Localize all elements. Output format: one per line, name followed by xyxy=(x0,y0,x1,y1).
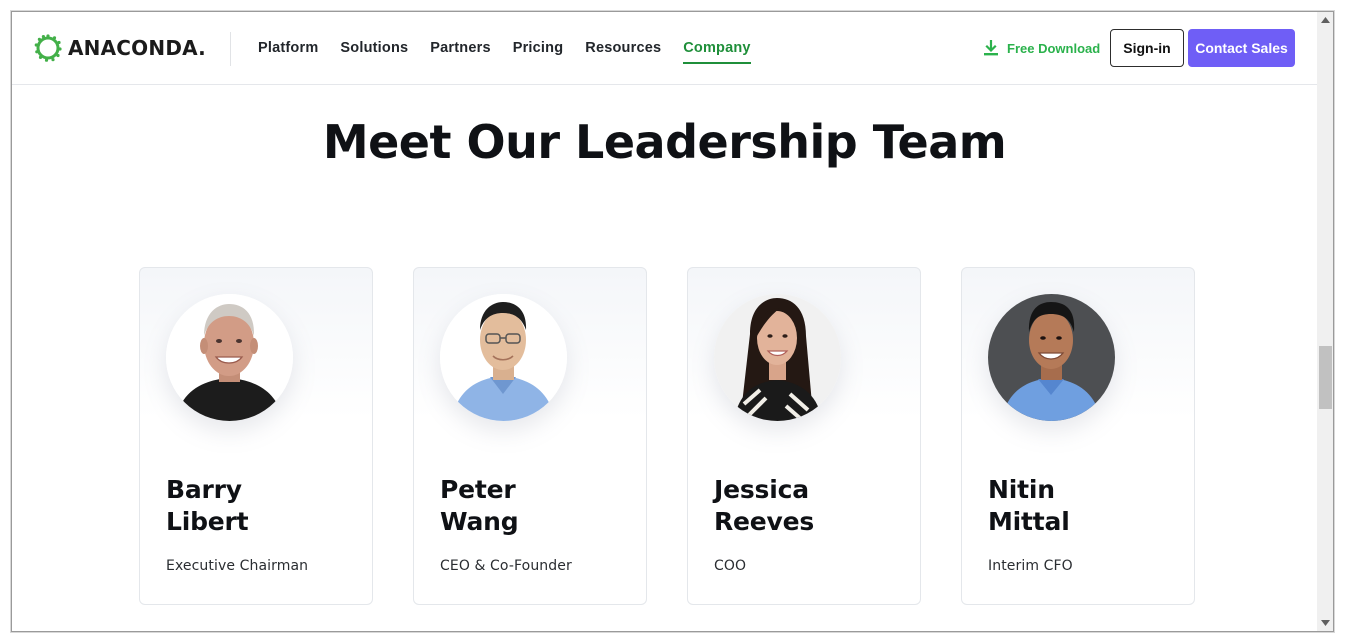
leader-last-name: Libert xyxy=(166,507,249,536)
leader-card-nitin-mittal[interactable]: Nitin Mittal Interim CFO xyxy=(961,267,1195,605)
barry-libert-portrait-icon xyxy=(166,294,293,421)
leader-name: Peter Wang xyxy=(440,474,630,538)
nav-item-pricing[interactable]: Pricing xyxy=(513,40,564,64)
leader-last-name: Reeves xyxy=(714,507,815,536)
jessica-reeves-photo xyxy=(714,294,841,421)
peter-wang-portrait-icon xyxy=(440,294,567,421)
nitin-mittal-photo xyxy=(988,294,1115,421)
browser-window: ANACONDA. Platform Solutions Partners Pr… xyxy=(11,11,1334,632)
leader-name: Jessica Reeves xyxy=(714,474,904,538)
nav-item-solutions[interactable]: Solutions xyxy=(340,40,408,64)
scroll-up-button[interactable] xyxy=(1317,12,1333,28)
nav-item-partners[interactable]: Partners xyxy=(430,40,490,64)
leader-role: COO xyxy=(714,558,747,574)
chevron-up-icon xyxy=(1321,17,1330,23)
nav-item-company[interactable]: Company xyxy=(683,40,751,64)
nav-item-platform[interactable]: Platform xyxy=(258,40,318,64)
anaconda-logo[interactable]: ANACONDA. xyxy=(34,34,206,62)
page-title: Meet Our Leadership Team xyxy=(322,115,1007,169)
page-viewport: ANACONDA. Platform Solutions Partners Pr… xyxy=(12,12,1317,631)
nitin-mittal-portrait-icon xyxy=(988,294,1115,421)
site-header: ANACONDA. Platform Solutions Partners Pr… xyxy=(12,12,1317,85)
contact-sales-button[interactable]: Contact Sales xyxy=(1188,29,1295,67)
vertical-scrollbar[interactable] xyxy=(1317,12,1333,631)
leader-card-barry-libert[interactable]: Barry Libert Executive Chairman xyxy=(139,267,373,605)
leader-card-jessica-reeves[interactable]: Jessica Reeves COO xyxy=(687,267,921,605)
leader-first-name: Nitin xyxy=(988,475,1055,504)
leader-first-name: Peter xyxy=(440,475,516,504)
nav-item-resources[interactable]: Resources xyxy=(585,40,661,64)
nav-divider xyxy=(230,32,231,66)
barry-libert-photo xyxy=(166,294,293,421)
leader-last-name: Wang xyxy=(440,507,519,536)
free-download-label: Free Download xyxy=(1007,40,1101,56)
leader-role: Executive Chairman xyxy=(166,558,309,574)
scrollbar-thumb[interactable] xyxy=(1319,346,1332,409)
jessica-reeves-portrait-icon xyxy=(714,294,841,421)
logo-wordmark: ANACONDA. xyxy=(68,36,206,60)
chevron-down-icon xyxy=(1321,620,1330,626)
leader-role: CEO & Co-Founder xyxy=(440,558,572,574)
download-icon xyxy=(984,40,998,56)
anaconda-ring-logo-icon xyxy=(34,34,62,62)
leader-name: Nitin Mittal xyxy=(988,474,1178,538)
leader-first-name: Barry xyxy=(166,475,242,504)
leader-role: Interim CFO xyxy=(988,558,1073,574)
scroll-down-button[interactable] xyxy=(1317,615,1333,631)
main-nav: Platform Solutions Partners Pricing Reso… xyxy=(258,40,751,64)
sign-in-button[interactable]: Sign-in xyxy=(1110,29,1184,67)
free-download-link[interactable]: Free Download xyxy=(984,40,1100,56)
leader-name: Barry Libert xyxy=(166,474,356,538)
peter-wang-photo xyxy=(440,294,567,421)
leader-last-name: Mittal xyxy=(988,507,1070,536)
leader-first-name: Jessica xyxy=(714,475,809,504)
leadership-cards: Barry Libert Executive Chairman Peter Wa… xyxy=(139,267,1195,605)
leader-card-peter-wang[interactable]: Peter Wang CEO & Co-Founder xyxy=(413,267,647,605)
